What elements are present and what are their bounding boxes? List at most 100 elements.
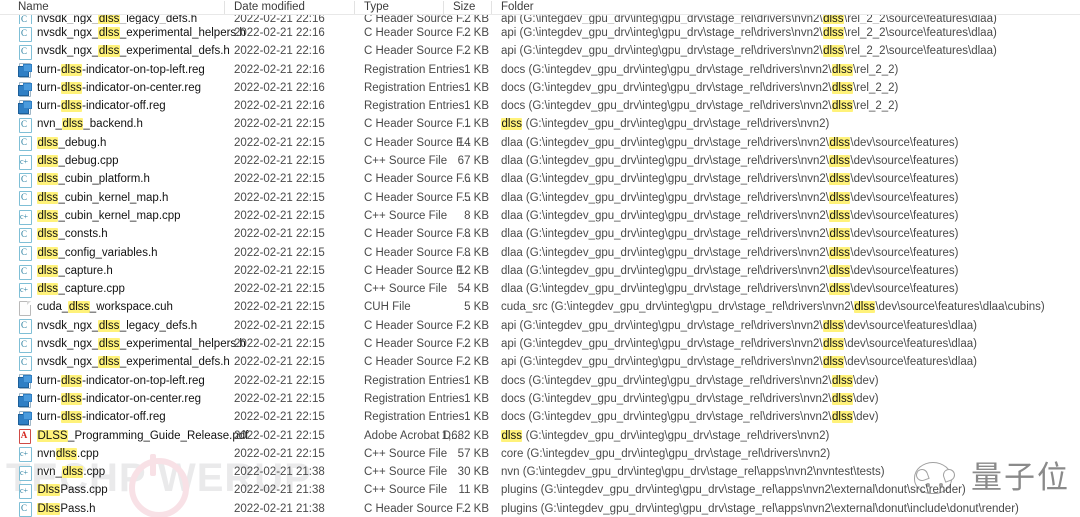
file-name-cell[interactable]: Cnvsdk_ngx_dlss_experimental_defs.h [18,42,230,60]
file-size-cell: 8 KB [464,209,489,222]
file-row[interactable]: c+ dlss_debug.cpp 2022-02-21 22:15 C++ Sour… [0,152,1080,170]
pdf-icon: A [18,428,31,445]
file-row[interactable]: Cdlss_config_variables.h 2022-02-21 22:15… [0,244,1080,262]
folder-path-cell: docs (G:\integdev_gpu_drv\integ\gpu_drv\… [501,374,879,387]
column-divider[interactable] [354,1,355,14]
file-name-cell[interactable]: Cnvsdk_ngx_dlss_legacy_defs.h [18,15,197,24]
folder-path-cell: docs (G:\integdev_gpu_drv\integ\gpu_drv\… [501,63,899,76]
file-row[interactable]: turn-dlss-indicator-on-top-left.reg 2022-… [0,61,1080,79]
file-row[interactable]: c+ nvn_dlss.cpp 2022-02-21 21:38 C++ Source… [0,463,1080,481]
file-name-cell[interactable]: Cnvsdk_ngx_dlss_experimental_helpers.h [18,24,246,42]
file-row[interactable]: Cdlss_capture.h 2022-02-21 22:15 C Header … [0,262,1080,280]
file-size-cell: 11 KB [458,484,489,497]
file-row[interactable]: c+ dlss_capture.cpp 2022-02-21 22:15 C++ So… [0,280,1080,298]
file-name-cell[interactable]: c+ dlss_capture.cpp [18,280,125,298]
file-name-cell[interactable]: turn-dlss-indicator-on-center.reg [18,79,201,97]
date-modified-cell: 2022-02-21 21:38 [234,484,325,497]
file-name-cell[interactable]: c+ nvn_dlss.cpp [18,463,105,481]
file-row[interactable]: c+ DlssPass.cpp 2022-02-21 21:38 C++ Source… [0,481,1080,500]
folder-path-cell: dlaa (G:\integdev_gpu_drv\integ\gpu_drv\… [501,264,959,277]
file-name-cell[interactable]: Cnvn_dlss_backend.h [18,115,143,134]
column-header-size[interactable]: Size [453,0,475,15]
file-name-cell[interactable]: turn-dlss-indicator-on-top-left.reg [18,372,205,390]
file-row[interactable]: Cdlss_consts.h 2022-02-21 22:15 C Header S… [0,225,1080,243]
folder-path-cell: cuda_src (G:\integdev_gpu_drv\integ\gpu_… [501,301,1045,314]
file-row[interactable]: turn-dlss-indicator-on-center.reg 2022-02… [0,390,1080,408]
file-name-cell[interactable]: Cnvsdk_ngx_dlss_experimental_defs.h [18,353,230,371]
file-row[interactable]: Cnvsdk_ngx_dlss_experimental_helpers.h 20… [0,24,1080,42]
generic-file-icon [18,300,31,317]
file-row[interactable]: c+ nvndlss.cpp 2022-02-21 22:15 C++ Source … [0,445,1080,463]
file-name-cell[interactable]: Cnvsdk_ngx_dlss_legacy_defs.h [18,317,197,335]
file-row[interactable]: turn-dlss-indicator-on-top-left.reg 2022-… [0,372,1080,390]
file-row[interactable]: C DlssPass.h 2022-02-21 21:38 C Header Sour… [0,500,1080,517]
c-header-icon: C [18,227,32,243]
column-divider[interactable] [491,1,492,14]
c-header-icon: C [18,117,32,134]
file-name-cell[interactable]: turn-dlss-indicator-off.reg [18,408,166,426]
folder-path-cell: dlaa (G:\integdev_gpu_drv\integ\gpu_drv\… [501,136,959,149]
file-row[interactable]: Cnvsdk_ngx_dlss_legacy_defs.h 2022-02-21 … [0,317,1080,335]
file-row[interactable]: Cdlss_cubin_platform.h 2022-02-21 22:15 C … [0,170,1080,189]
cpp-source-icon: c+ [18,154,32,170]
cpp-source-icon: c+ [18,465,32,481]
column-header-folder[interactable]: Folder [501,0,534,15]
date-modified-cell: 2022-02-21 22:15 [234,209,325,222]
file-name-text: nvn_dlss.cpp [37,466,106,479]
file-row[interactable]: turn-dlss-indicator-on-center.reg 2022-02… [0,79,1080,97]
folder-path-cell: dlaa (G:\integdev_gpu_drv\integ\gpu_drv\… [501,191,959,204]
file-name-cell[interactable]: c+ nvndlss.cpp [18,445,99,463]
date-modified-cell: 2022-02-21 22:16 [234,63,325,76]
file-name-cell[interactable]: C DlssPass.h [18,500,96,517]
file-row[interactable]: Cnvn_dlss_backend.h 2022-02-21 22:15 C Hea… [0,115,1080,134]
file-row[interactable]: Cnvsdk_ngx_dlss_experimental_helpers.h 20… [0,335,1080,353]
c-header-icon: C [18,44,32,60]
file-name-text: turn-dlss-indicator-off.reg [37,411,166,424]
file-name-cell[interactable]: Cdlss_cubin_kernel_map.h [18,189,168,207]
file-name-cell[interactable]: turn-dlss-indicator-off.reg [18,97,166,115]
column-header-type[interactable]: Type [364,0,389,15]
file-row[interactable]: Cdlss_cubin_kernel_map.h 2022-02-21 22:15… [0,189,1080,207]
folder-path-cell: api (G:\integdev_gpu_drv\integ\gpu_drv\s… [501,45,997,58]
registry-file-icon [18,81,32,97]
file-explorer-results-view: TECHP WERUP 量子位 Name Date modified Type Siz… [0,0,1080,517]
file-row[interactable]: Cdlss_debug.h 2022-02-21 22:15 C Header So… [0,134,1080,152]
file-row[interactable]: A DLSS_Programming_Guide_Release.pdf 2022-… [0,427,1080,445]
file-row[interactable]: Cnvsdk_ngx_dlss_experimental_defs.h 2022-… [0,42,1080,60]
file-name-cell[interactable]: Cdlss_config_variables.h [18,244,158,262]
column-header-date[interactable]: Date modified [234,0,305,15]
file-size-cell: 14 KB [457,136,489,149]
file-name-cell[interactable]: c+ dlss_debug.cpp [18,152,119,170]
file-name-cell[interactable]: Cdlss_capture.h [18,262,113,280]
registry-file-icon [18,99,32,115]
date-modified-cell: 2022-02-21 22:15 [234,155,325,168]
file-name-text: cuda_dlss_workspace.cuh [37,301,173,314]
file-name-cell[interactable]: Cnvsdk_ngx_dlss_experimental_helpers.h [18,335,246,353]
file-row[interactable]: turn-dlss-indicator-off.reg 2022-02-21 22… [0,408,1080,426]
file-row[interactable]: cuda_dlss_workspace.cuh 2022-02-21 22:15 C… [0,298,1080,317]
file-row[interactable]: Cnvsdk_ngx_dlss_legacy_defs.h 2022-02-21 … [0,15,1080,24]
file-name-cell[interactable]: Cdlss_cubin_platform.h [18,170,150,189]
file-size-cell: 1 KB [464,411,489,424]
file-size-cell: 2 KB [464,356,489,369]
file-name-cell[interactable]: cuda_dlss_workspace.cuh [18,298,173,317]
file-size-cell: 2 KB [464,45,489,58]
file-name-text: turn-dlss-indicator-off.reg [37,100,166,113]
cpp-source-icon: c+ [18,282,32,298]
file-name-cell[interactable]: c+ DlssPass.cpp [18,481,108,500]
file-name-cell[interactable]: Cdlss_consts.h [18,225,108,243]
file-name-cell[interactable]: c+ dlss_cubin_kernel_map.cpp [18,207,181,225]
folder-path-cell: dlaa (G:\integdev_gpu_drv\integ\gpu_drv\… [501,173,959,186]
file-name-cell[interactable]: turn-dlss-indicator-on-top-left.reg [18,61,205,79]
column-divider[interactable] [443,1,444,14]
file-list[interactable]: Cnvsdk_ngx_dlss_legacy_defs.h 2022-02-21 … [0,15,1080,517]
file-name-cell[interactable]: A DLSS_Programming_Guide_Release.pdf [18,427,248,445]
file-row[interactable]: c+ dlss_cubin_kernel_map.cpp 2022-02-21 22… [0,207,1080,225]
file-row[interactable]: turn-dlss-indicator-off.reg 2022-02-21 22… [0,97,1080,115]
file-name-cell[interactable]: Cdlss_debug.h [18,134,106,152]
column-divider[interactable] [224,1,225,14]
file-name-cell[interactable]: turn-dlss-indicator-on-center.reg [18,390,201,408]
file-size-cell: 5 KB [464,191,489,204]
column-header-name[interactable]: Name [18,0,49,15]
file-row[interactable]: Cnvsdk_ngx_dlss_experimental_defs.h 2022-… [0,353,1080,371]
